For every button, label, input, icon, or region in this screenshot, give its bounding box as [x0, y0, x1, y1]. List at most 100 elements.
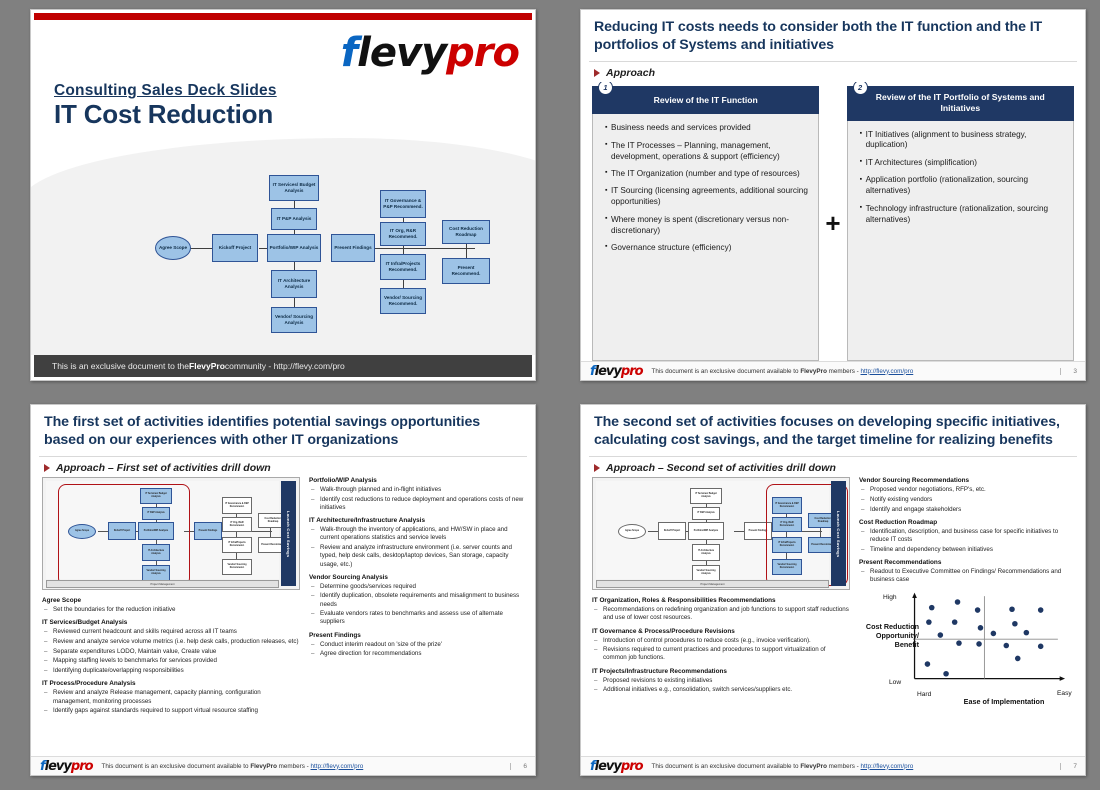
group-heading: IT Projects/Infrastructure Recommendatio… — [592, 667, 727, 675]
scatter-point — [928, 605, 935, 611]
approach-label: Approach – First set of activities drill… — [56, 462, 271, 475]
launch-cost-savings-label: Launch Cost Savings — [836, 510, 841, 557]
list-item: Review and analyze service volume metric… — [42, 638, 300, 646]
slide-1[interactable]: flevypro Consulting Sales Deck Slides IT… — [30, 9, 536, 381]
plus-icon: + — [825, 208, 841, 239]
group-it-org-roles: IT Organization, Roles & Responsibilitie… — [592, 597, 850, 622]
slide-3-body: Agree Scope Kickoff Project IT Services/… — [31, 477, 535, 756]
flow-label: IT P&P Analysis — [276, 215, 312, 221]
scatter-point — [976, 641, 982, 647]
panel-header: Review of the IT Function — [592, 86, 820, 115]
list-item: Agree direction for recommendations — [309, 650, 524, 658]
group-heading: Agree Scope — [42, 597, 82, 605]
page-number: 6 — [510, 762, 527, 770]
process-flow-diagram: Agree Scope Kickoff Project IT Services/… — [31, 20, 535, 355]
slide-4-footer: flevypro This document is an exclusive d… — [581, 756, 1085, 775]
group-cost-reduction-roadmap: Cost Reduction Roadmap Identification, d… — [859, 519, 1074, 554]
flow-node-agree-scope: Agree Scope — [155, 236, 191, 260]
scatter-point — [926, 619, 932, 626]
list-item: Identification, description, and busines… — [859, 528, 1074, 544]
launch-cost-savings-bar: Launch Cost Savings — [831, 481, 846, 587]
group-heading: IT Organization, Roles & Responsibilitie… — [592, 597, 776, 605]
flow-node-it-infra: IT Infra/Projects Recommend. — [380, 254, 426, 280]
footer-text-pre: This is an exclusive document to the — [52, 361, 190, 371]
opportunity-ease-scatter-chart: High Low Hard Easy Cost Reduction Opport… — [859, 589, 1074, 709]
group-list: Identification, description, and busines… — [859, 528, 1074, 554]
group-list: Readout to Executive Committee on Findin… — [859, 568, 1074, 584]
flow-label: Portfolio/WIP Analysis — [269, 244, 319, 250]
launch-cost-savings-bar: Launch Cost Savings — [281, 481, 296, 587]
mini-node-it-architecture: IT Architecture Analysis — [692, 544, 720, 562]
group-it-process-procedure: IT Process/Procedure Analysis Review and… — [42, 680, 300, 715]
highlight-box-first-set — [58, 484, 190, 587]
list-item: Reviewed current headcount and skills re… — [42, 628, 300, 636]
footer-link[interactable]: http://flevy.com/pro — [861, 763, 914, 770]
group-it-services-budget: IT Services/Budget Analysis Reviewed cur… — [42, 619, 300, 675]
footer-text-pre: This document is an exclusive document a… — [101, 762, 251, 770]
mini-node-kickoff: Kickoff Project — [658, 522, 686, 541]
mini-process-diagram: Agree Scope Kickoff Project IT Services/… — [42, 477, 300, 591]
list-item: Walk-through the inventory of applicatio… — [309, 526, 524, 542]
flow-label: Cost Reduction Roadmap — [449, 225, 483, 237]
list-item: Identify gaps against standards required… — [42, 707, 300, 715]
right-column: Vendor Sourcing Recommendations Proposed… — [859, 477, 1074, 756]
logo-levy: levy — [44, 758, 72, 774]
list-item: Additional initiatives e.g., consolidati… — [592, 686, 850, 694]
group-list: Proposed vendor negotiations, RFP's, etc… — [859, 486, 1074, 514]
page-title: Reducing IT costs needs to consider both… — [594, 19, 1043, 53]
group-portfolio-wip: Portfolio/WIP Analysis Walk-through plan… — [309, 477, 524, 512]
group-heading: Vendor Sourcing Analysis — [309, 573, 388, 581]
triangle-bullet-icon — [44, 464, 50, 473]
slide-2-footer: flevypro This document is an exclusive d… — [581, 361, 1085, 380]
slide-2[interactable]: Reducing IT costs needs to consider both… — [580, 9, 1086, 381]
slide-3-footer: flevypro This document is an exclusive d… — [31, 756, 535, 775]
mini-diagram-canvas: Agree Scope Kickoff Project IT Services/… — [46, 481, 288, 587]
group-it-architecture-infrastructure: IT Architecture/Infrastructure Analysis … — [309, 517, 524, 568]
panel-it-function[interactable]: 1 Review of the IT Function Business nee… — [592, 82, 820, 361]
mini-node-agree-scope: Agree Scope — [618, 524, 646, 540]
mini-node-it-infra: IT Infra/Projects Recommend. — [222, 537, 252, 554]
footer-link[interactable]: http://flevy.com/pro — [311, 763, 364, 770]
flow-node-portfolio-wip: Portfolio/WIP Analysis — [267, 234, 321, 262]
flow-label: IT Services/ Budget Analysis — [272, 181, 316, 193]
panel-it-portfolio[interactable]: 2 Review of the IT Portfolio of Systems … — [846, 82, 1074, 361]
panel-header: Review of the IT Portfolio of Systems an… — [846, 86, 1074, 121]
scatter-point — [1012, 621, 1018, 627]
group-list: Review and analyze Release management, c… — [42, 689, 300, 715]
logo-pro: pro — [620, 758, 644, 774]
footer-link[interactable]: http://flevy.com/pro — [861, 368, 914, 375]
group-vendor-sourcing-analysis: Vendor Sourcing Analysis Determine goods… — [309, 574, 524, 627]
footer-brand: FlevyPro — [250, 762, 277, 770]
group-heading: Vendor Sourcing Recommendations — [859, 477, 970, 485]
list-item: Proposed vendor negotiations, RFP's, etc… — [859, 486, 1074, 494]
flow-label: Vendor/ Sourcing Recommend. — [383, 294, 423, 306]
list-item: IT Sourcing (licensing agreements, addit… — [605, 186, 810, 208]
list-item: Walk-through planned and in-flight initi… — [309, 486, 524, 494]
footer-text-pre: This document is an exclusive document a… — [651, 367, 801, 375]
scatter-point — [974, 607, 981, 614]
footer-text-post: community - http://flevy.com/pro — [224, 361, 345, 371]
y-axis-label: Cost Reduction Opportunity/ Benefit — [865, 622, 919, 649]
footer-brand: FlevyPro — [800, 367, 827, 375]
slide-4[interactable]: The second set of activities focuses on … — [580, 404, 1086, 776]
group-heading: IT Architecture/Infrastructure Analysis — [309, 517, 426, 525]
list-item: Governance structure (efficiency) — [605, 242, 810, 254]
list-item: Proposed revisions to existing initiativ… — [592, 677, 850, 685]
slide-3-cell: The first set of activities identifies p… — [0, 395, 550, 790]
flow-node-vendor-sourcing-analysis: Vendor/ Sourcing Analysis — [271, 307, 317, 333]
list-item: Recommendations on redefining organizati… — [592, 606, 850, 622]
flow-label: IT Architecture Analysis — [277, 277, 311, 289]
flow-node-it-org: IT Org, R&R Recommend. — [380, 222, 426, 246]
slide-4-body: Agree Scope Kickoff Project IT Services/… — [581, 477, 1085, 756]
scatter-point — [954, 599, 961, 605]
mini-node-it-pp: IT P&P Analysis — [692, 507, 720, 521]
group-it-governance-process: IT Governance & Process/Procedure Revisi… — [592, 628, 850, 663]
approach-label-row: Approach – Second set of activities dril… — [581, 457, 1085, 477]
x-axis-tick-easy: Easy — [1057, 690, 1072, 698]
mini-node-it-org: IT Org, R&R Recommend. — [222, 517, 252, 533]
slide-3[interactable]: The first set of activities identifies p… — [30, 404, 536, 776]
footer-text: This document is an exclusive document a… — [102, 763, 364, 770]
logo-levy: levy — [594, 363, 622, 379]
left-column: Agree Scope Kickoff Project IT Services/… — [592, 477, 850, 756]
mini-node-it-services: IT Services/ Budget Analysis — [690, 488, 722, 505]
